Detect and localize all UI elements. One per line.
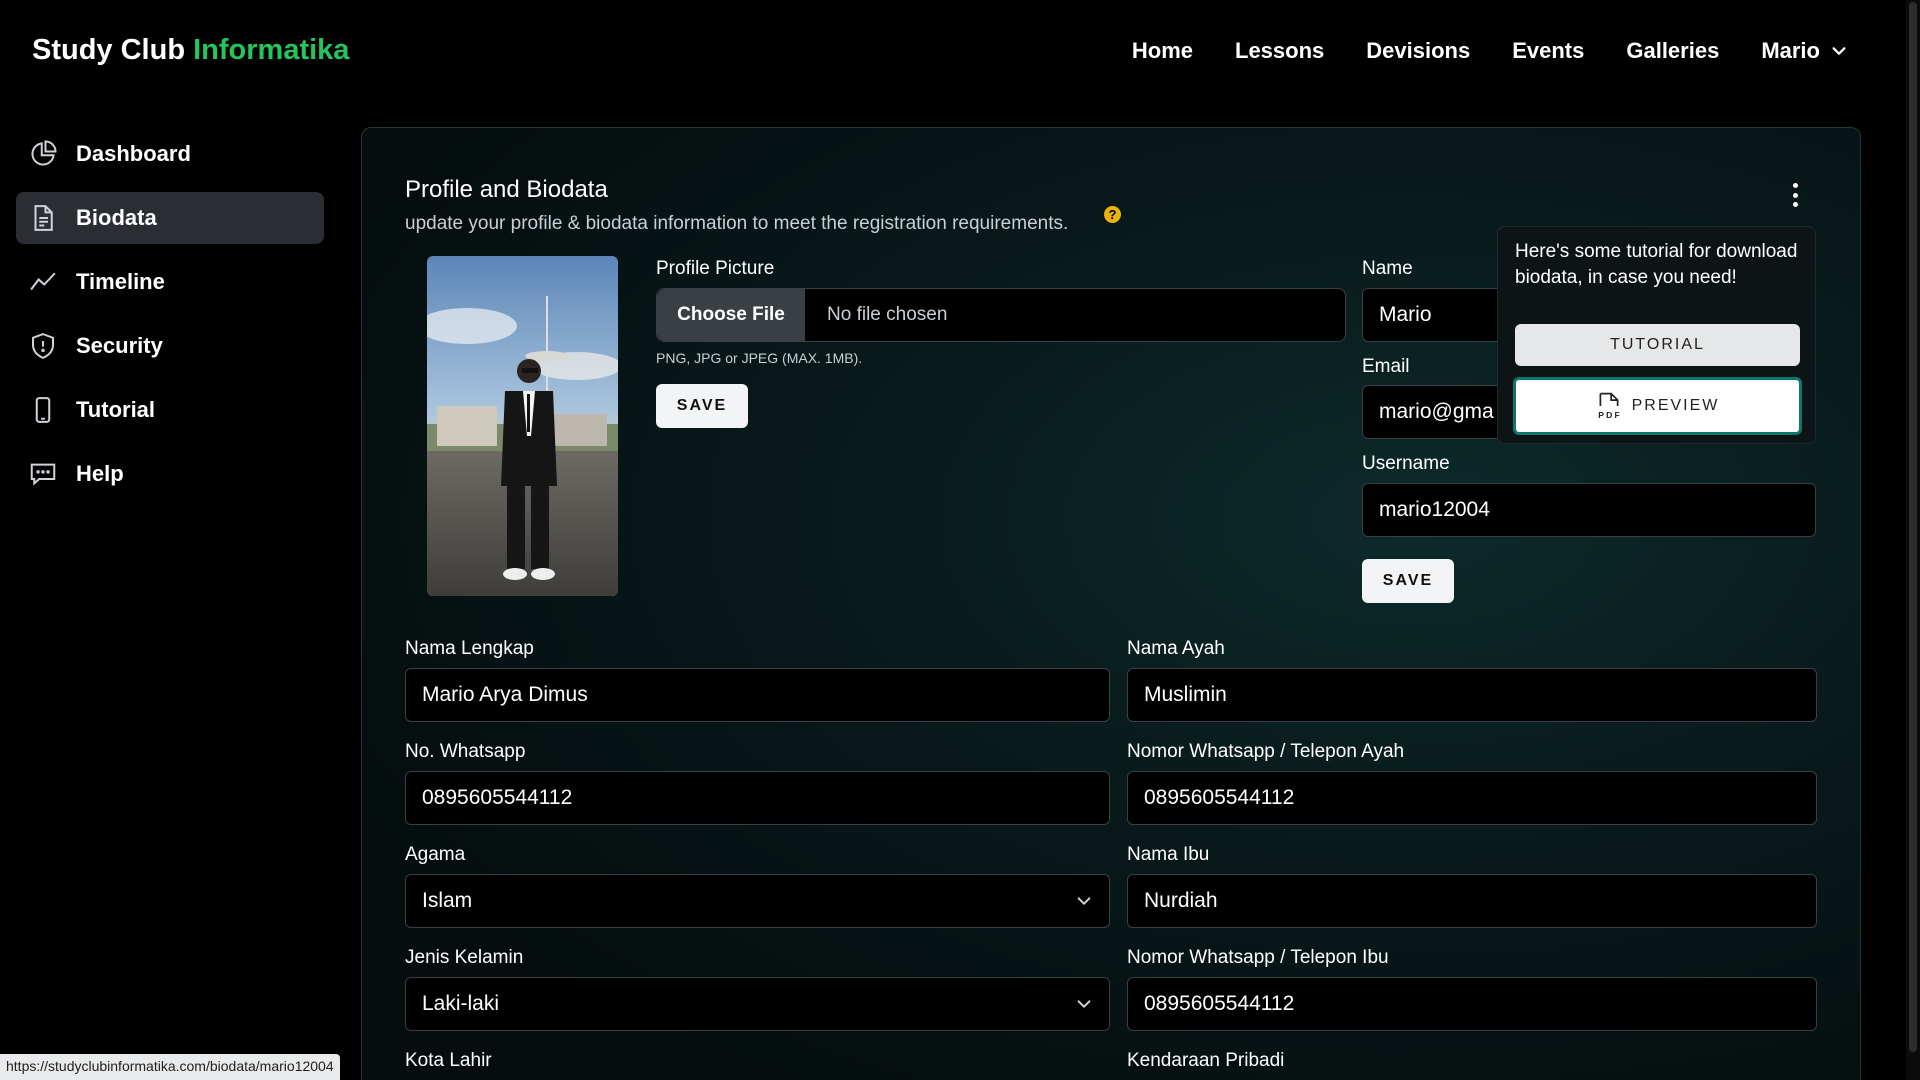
user-name: Mario (1761, 38, 1820, 63)
more-options-icon[interactable] (1784, 180, 1806, 210)
nama-ibu-value: Nurdiah (1144, 889, 1218, 912)
file-hint: PNG, JPG or JPEG (MAX. 1MB). (656, 350, 863, 366)
nav-events[interactable]: Events (1512, 38, 1584, 64)
sidebar-item-security[interactable]: Security (16, 320, 324, 372)
nama-lengkap-field[interactable]: Mario Arya Dimus (405, 668, 1110, 722)
sidebar-item-label: Help (76, 461, 124, 486)
username-label: Username (1362, 453, 1450, 474)
nama-ibu-label: Nama Ibu (1127, 844, 1210, 865)
email-value: mario@gma (1379, 400, 1494, 423)
file-status: No file chosen (827, 304, 948, 325)
sidebar-item-label: Timeline (76, 269, 165, 294)
pie-chart-icon (31, 140, 57, 166)
whatsapp-ibu-field[interactable]: 0895605544112 (1127, 977, 1817, 1031)
agama-value: Islam (422, 889, 473, 912)
tutorial-button[interactable]: TUTORIAL (1515, 324, 1800, 366)
popover-text: Here's some tutorial for download biodat… (1515, 241, 1798, 288)
save-picture-button[interactable]: SAVE (656, 384, 748, 428)
trend-icon (30, 272, 56, 291)
status-bar-url: https://studyclubinformatika.com/biodata… (0, 1054, 340, 1080)
nama-ayah-label: Nama Ayah (1127, 638, 1225, 659)
choose-file-button[interactable]: Choose File (657, 289, 805, 341)
nav-lessons[interactable]: Lessons (1235, 38, 1324, 64)
whatsapp-ibu-label: Nomor Whatsapp / Telepon Ibu (1127, 947, 1389, 968)
nama-ayah-value: Muslimin (1144, 683, 1227, 706)
shield-icon (32, 333, 54, 359)
whatsapp-ayah-label: Nomor Whatsapp / Telepon Ayah (1127, 741, 1405, 762)
help-badge-icon[interactable]: ? (1104, 206, 1121, 223)
page-subtitle: update your profile & biodata informatio… (405, 213, 1069, 234)
chevron-down-icon (1077, 1000, 1091, 1008)
kendaraan-label: Kendaraan Pribadi (1127, 1050, 1285, 1071)
phone-icon (35, 397, 51, 423)
pdf-tag: PDF (1598, 410, 1622, 420)
file-input[interactable]: Choose File No file chosen (656, 288, 1346, 342)
preview-label: PREVIEW (1631, 397, 1720, 414)
whatsapp-ayah-field[interactable]: 0895605544112 (1127, 771, 1817, 825)
sidebar-item-help[interactable]: Help (16, 448, 324, 500)
brand-name: Study Club (32, 34, 186, 66)
page-title: Profile and Biodata (405, 176, 608, 203)
brand-logo[interactable]: Study Club Informatika (32, 34, 349, 67)
sidebar-item-label: Dashboard (76, 141, 191, 166)
name-value: Mario (1379, 303, 1432, 326)
download-tutorial-popover: Here's some tutorial for download biodat… (1497, 226, 1816, 444)
nama-ibu-field[interactable]: Nurdiah (1127, 874, 1817, 928)
profile-photo (427, 256, 618, 596)
pdf-file-icon: PDF (1598, 392, 1622, 420)
whatsapp-value: 0895605544112 (422, 786, 573, 809)
kota-lahir-label: Kota Lahir (405, 1050, 492, 1071)
whatsapp-field[interactable]: 0895605544112 (405, 771, 1110, 825)
main-nav: Home Lessons Devisions Events Galleries … (1132, 38, 1848, 64)
profile-picture-label: Profile Picture (656, 258, 775, 279)
sidebar-item-dashboard[interactable]: Dashboard (16, 128, 324, 180)
chevron-down-icon (1077, 897, 1091, 905)
username-field[interactable]: mario12004 (1362, 483, 1816, 537)
agama-select[interactable]: Islam (405, 874, 1110, 928)
document-icon (34, 205, 53, 231)
nav-galleries[interactable]: Galleries (1626, 38, 1719, 64)
nama-lengkap-label: Nama Lengkap (405, 638, 534, 659)
scrollbar-thumb[interactable] (1909, 2, 1917, 1052)
brand-accent: Informatika (193, 34, 350, 66)
whatsapp-label: No. Whatsapp (405, 741, 526, 762)
nav-devisions[interactable]: Devisions (1366, 38, 1470, 64)
page-scrollbar[interactable] (1906, 0, 1920, 1080)
sidebar-item-label: Tutorial (76, 397, 156, 422)
sidebar-item-tutorial[interactable]: Tutorial (16, 384, 324, 436)
nav-home[interactable]: Home (1132, 38, 1193, 64)
preview-button[interactable]: PDF PREVIEW (1513, 377, 1802, 435)
jenis-kelamin-label: Jenis Kelamin (405, 947, 524, 968)
nama-ayah-field[interactable]: Muslimin (1127, 668, 1817, 722)
jenis-kelamin-select[interactable]: Laki-laki (405, 977, 1110, 1031)
sidebar-item-biodata[interactable]: Biodata (16, 192, 324, 244)
agama-label: Agama (405, 844, 466, 865)
jenis-kelamin-value: Laki-laki (422, 992, 500, 1015)
name-label: Name (1362, 258, 1413, 279)
whatsapp-ayah-value: 0895605544112 (1144, 786, 1295, 809)
sidebar-item-label: Biodata (76, 205, 157, 230)
sidebar-item-label: Security (76, 333, 163, 358)
chevron-down-icon (1832, 47, 1846, 55)
save-account-button[interactable]: SAVE (1362, 559, 1454, 603)
chat-icon (30, 463, 56, 486)
user-menu[interactable]: Mario (1761, 38, 1848, 64)
email-label: Email (1362, 356, 1410, 377)
nama-lengkap-value: Mario Arya Dimus (422, 683, 588, 706)
username-value: mario12004 (1379, 498, 1490, 521)
top-navbar: Study Club Informatika Home Lessons Devi… (0, 0, 1906, 104)
sidebar: Dashboard Biodata Timeline Security Tuto… (16, 128, 324, 512)
sidebar-item-timeline[interactable]: Timeline (16, 256, 324, 308)
whatsapp-ibu-value: 0895605544112 (1144, 992, 1295, 1015)
